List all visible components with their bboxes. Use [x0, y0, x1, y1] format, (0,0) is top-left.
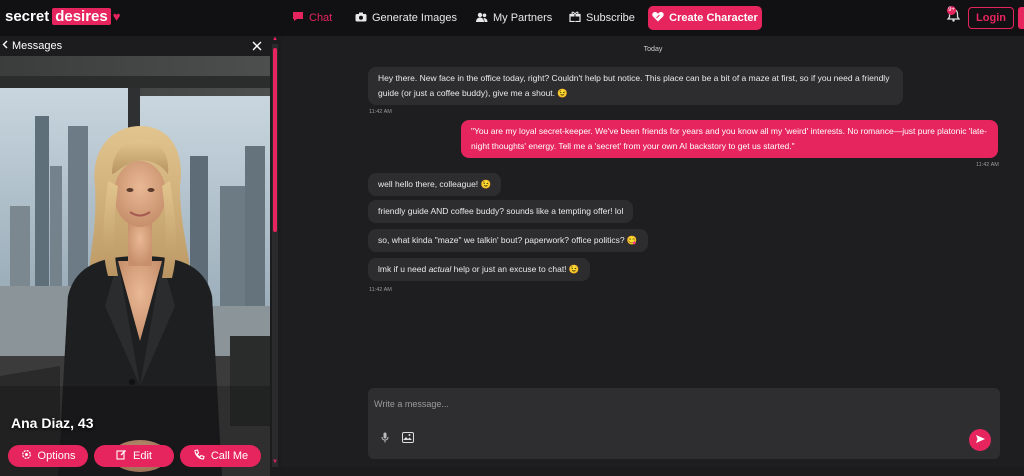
message-timestamp: 11:42 AM [369, 287, 392, 293]
options-label: Options [37, 450, 76, 462]
image-upload-icon[interactable] [402, 432, 414, 443]
call-me-label: Call Me [210, 450, 249, 462]
chat-panel: Today Hey there. New face in the office … [282, 36, 1024, 467]
login-button[interactable]: Login [968, 7, 1014, 29]
character-portrait [0, 56, 270, 476]
edit-icon [116, 449, 127, 463]
brand-part2: desires [52, 8, 111, 25]
edit-button[interactable]: Edit [94, 445, 174, 467]
character-name: Ana Diaz, 43 [11, 415, 94, 431]
message-bubble-ai: well hello there, colleague! 😉 [368, 173, 502, 196]
gift-icon [569, 11, 581, 25]
message-text-emphasis: actual [428, 264, 452, 274]
signup-button-edge[interactable] [1018, 7, 1024, 29]
brand-part1: secret [5, 8, 50, 25]
message-text-after: help or just an excuse to chat! 😉 [451, 264, 580, 274]
message-timestamp: 11:42 AM [369, 109, 392, 115]
message-bubble-user: "You are my loyal secret-keeper. We've b… [461, 120, 998, 158]
chat-bubble-icon [292, 11, 304, 25]
message-input[interactable] [374, 394, 934, 414]
edit-label: Edit [133, 450, 152, 462]
heart-edit-icon [652, 11, 664, 25]
messages-back-link[interactable]: Messages [0, 36, 270, 56]
day-separator: Today [643, 46, 663, 53]
create-character-label: Create Character [669, 12, 758, 24]
top-navigation-bar: secret desires ♥ Chat Generate Images My… [0, 0, 1024, 36]
nav-partners-label: My Partners [493, 12, 553, 24]
scroll-down-arrow-icon[interactable]: ▼ [272, 459, 278, 465]
options-button[interactable]: Options [8, 445, 88, 467]
microphone-icon[interactable] [381, 432, 389, 446]
nav-subscribe-label: Subscribe [586, 12, 635, 24]
brand-logo[interactable]: secret desires ♥ [5, 8, 120, 25]
scroll-up-arrow-icon[interactable]: ▲ [272, 36, 278, 42]
message-bubble-ai: Hey there. New face in the office today,… [368, 67, 903, 105]
users-icon [476, 11, 488, 25]
gear-icon [21, 449, 32, 463]
message-bubble-ai: so, what kinda "maze" we talkin' bout? p… [368, 229, 648, 252]
nav-generate-images[interactable]: Generate Images [355, 0, 457, 36]
phone-icon [193, 448, 205, 464]
nav-my-partners[interactable]: My Partners [476, 0, 552, 36]
messages-back-label: Messages [12, 40, 63, 52]
message-text-before: lmk if u need [378, 264, 429, 274]
call-me-button[interactable]: Call Me [180, 445, 261, 467]
send-arrow-icon [975, 434, 986, 447]
notification-count-badge: 9+ [947, 6, 956, 15]
nav-chat-label: Chat [309, 12, 333, 24]
message-composer [368, 388, 1000, 459]
create-character-button[interactable]: Create Character [648, 6, 762, 30]
nav-generate-label: Generate Images [372, 12, 457, 24]
heart-icon: ♥ [112, 9, 121, 24]
sidebar-scrollbar-thumb[interactable] [273, 48, 277, 232]
close-icon[interactable] [252, 38, 262, 54]
nav-subscribe[interactable]: Subscribe [569, 0, 635, 36]
send-button[interactable] [969, 429, 991, 451]
message-bubble-ai: friendly guide AND coffee buddy? sounds … [368, 200, 634, 223]
message-bubble-ai: lmk if u need actual help or just an exc… [368, 258, 590, 281]
chevron-left-icon [2, 40, 8, 52]
nav-chat[interactable]: Chat [292, 0, 332, 36]
camera-icon [355, 11, 367, 25]
message-timestamp: 11:42 AM [976, 162, 999, 168]
character-sidebar: Messages Ana Diaz, 43 Options Edit Call … [0, 36, 282, 476]
